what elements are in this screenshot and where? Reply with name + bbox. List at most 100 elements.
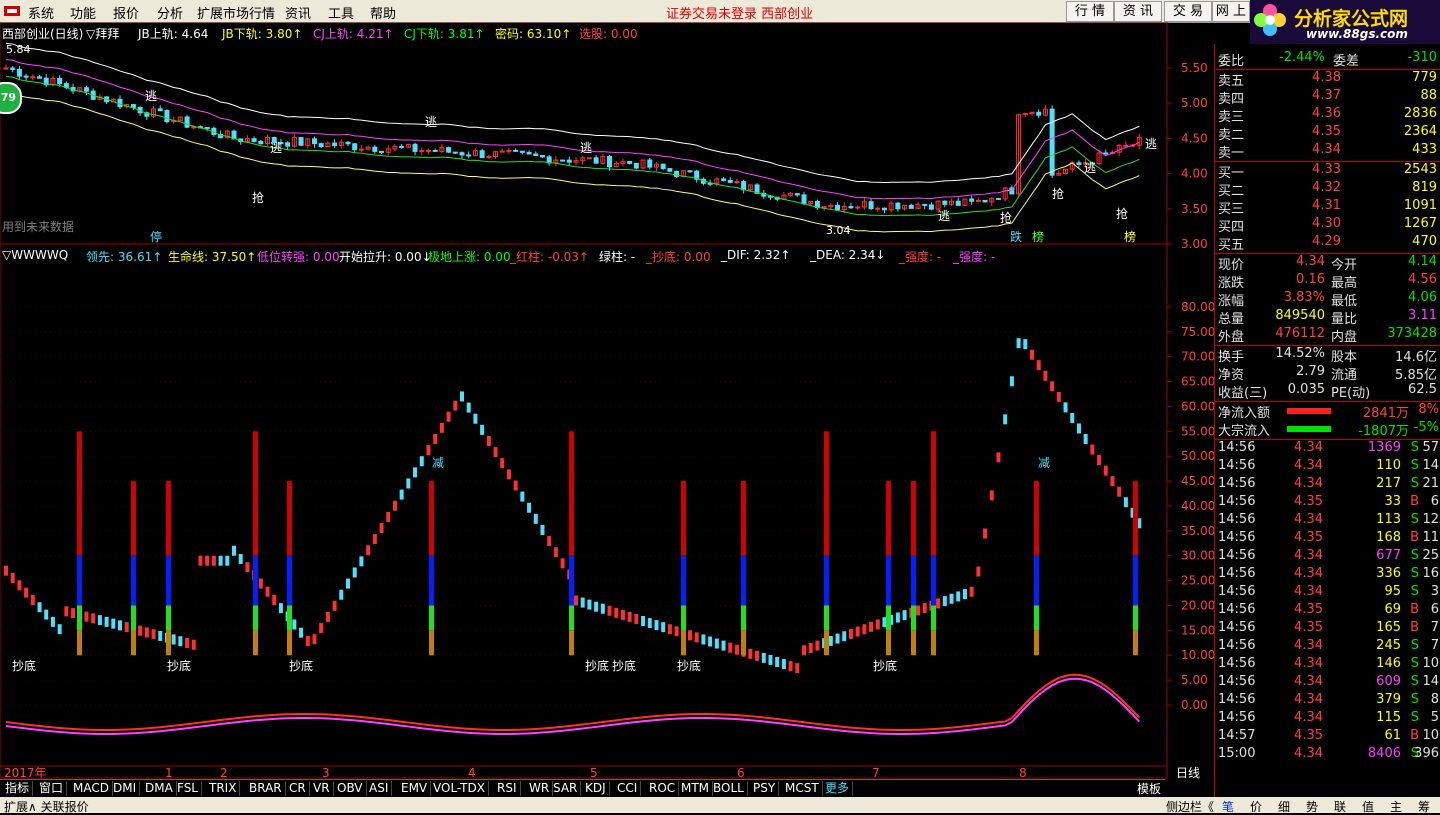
- tick-row[interactable]: 14:56 4.35 33 B 6: [1215, 494, 1440, 512]
- indicator-tab-16[interactable]: SAR: [550, 781, 582, 796]
- indicator-tab-23[interactable]: MCST: [782, 781, 823, 796]
- side-tab-5[interactable]: 值: [1362, 798, 1374, 815]
- tick-row[interactable]: 14:56 4.35 165 B 7: [1215, 620, 1440, 638]
- indicator-tab-11[interactable]: ASI: [366, 781, 393, 796]
- menu-analysis[interactable]: 分析: [157, 3, 183, 22]
- kline-chart[interactable]: 5.505.004.504.003.503.0080.0075.0070.006…: [0, 22, 1214, 779]
- candle-body: [687, 170, 693, 173]
- side-tab-2[interactable]: 细: [1278, 798, 1290, 815]
- indicator-tab-19[interactable]: ROC: [646, 781, 680, 796]
- stat2-row[interactable]: 收益(三) 0.035 PE(动) 62.5: [1215, 382, 1440, 401]
- sidebar-toggle[interactable]: 侧边栏《: [1166, 798, 1214, 815]
- indicator-tab-10[interactable]: OBV: [334, 781, 367, 796]
- side-tab-4[interactable]: 联: [1334, 798, 1346, 815]
- tick-row[interactable]: 14:56 4.34 217 S 21: [1215, 476, 1440, 494]
- indicator-tab-24[interactable]: 更多: [822, 781, 854, 796]
- buy-row[interactable]: 买一 4.33 2543: [1215, 162, 1440, 181]
- candle-body: [345, 141, 351, 145]
- signal-bar-blue: [166, 555, 171, 606]
- buy-row[interactable]: 买四 4.30 1267: [1215, 216, 1440, 235]
- menu-info[interactable]: 资讯: [285, 3, 311, 22]
- xaxis-label: 2: [220, 766, 228, 779]
- buy-row[interactable]: 买三 4.31 1091: [1215, 198, 1440, 217]
- status-left[interactable]: 扩展∧ 关联报价: [4, 798, 89, 815]
- side-tab-1[interactable]: 价: [1250, 798, 1262, 815]
- indicator-tab-3[interactable]: DMI: [110, 781, 141, 796]
- menu-tools[interactable]: 工具: [328, 3, 354, 22]
- tick-row[interactable]: 15:00 4.34 8406 S 396: [1215, 746, 1440, 764]
- candle-body: [30, 76, 36, 79]
- tick-row[interactable]: 14:56 4.34 95 S 3: [1215, 584, 1440, 602]
- tick-row[interactable]: 14:56 4.34 1369 S 57: [1215, 440, 1440, 458]
- sub-bar: [761, 652, 766, 663]
- indicator-tab-0[interactable]: 指标: [2, 781, 34, 796]
- menu-ext-market[interactable]: 扩展市场行情: [197, 3, 275, 22]
- buy-row[interactable]: 买五 4.29 470: [1215, 234, 1440, 253]
- indicator-tab-2[interactable]: MACD: [70, 781, 113, 796]
- stat-row[interactable]: 总量 849540 量比 3.11: [1215, 308, 1440, 327]
- indicator-tab-4[interactable]: DMA: [142, 781, 177, 796]
- tick-row[interactable]: 14:56 4.34 379 S 8: [1215, 692, 1440, 710]
- sub-bar: [406, 478, 411, 489]
- stat-row[interactable]: 涨幅 3.83% 最低 4.06: [1215, 290, 1440, 309]
- tick-row[interactable]: 14:56 4.34 115 S 5: [1215, 710, 1440, 728]
- tick-row[interactable]: 14:57 4.35 61 B 10: [1215, 728, 1440, 746]
- indicator-tab-7[interactable]: BRAR: [246, 781, 286, 796]
- stat2-row[interactable]: 换手 14.52% 股本 14.6亿: [1215, 346, 1440, 365]
- tick-row[interactable]: 14:56 4.34 609 S 14: [1215, 674, 1440, 692]
- candle-body: [539, 155, 545, 158]
- indicator-tab-20[interactable]: MTM: [678, 781, 714, 796]
- tick-row[interactable]: 14:56 4.34 110 S 14: [1215, 458, 1440, 476]
- tick-row[interactable]: 14:56 4.35 69 B 6: [1215, 602, 1440, 620]
- side-tab-6[interactable]: 主: [1390, 798, 1402, 815]
- sub-bar: [399, 489, 404, 500]
- side-tab-7[interactable]: 筹: [1418, 798, 1430, 815]
- template-tab[interactable]: 模板: [1137, 780, 1161, 797]
- indicator-tab-22[interactable]: PSY: [750, 781, 780, 796]
- menu-function[interactable]: 功能: [70, 3, 96, 22]
- menu-quote[interactable]: 报价: [113, 3, 139, 22]
- tick-row[interactable]: 14:56 4.34 245 S 7: [1215, 638, 1440, 656]
- sell-row[interactable]: 卖四 4.37 88: [1215, 88, 1440, 107]
- stat-row[interactable]: 现价 4.34 今开 4.14: [1215, 254, 1440, 273]
- btn-trade[interactable]: 交 易: [1164, 1, 1212, 22]
- tick-dir: S: [1410, 476, 1419, 491]
- indicator-tab-14[interactable]: RSI: [494, 781, 521, 796]
- indicator-tab-21[interactable]: BOLL: [710, 781, 748, 796]
- indicator-tab-6[interactable]: TRIX: [206, 781, 241, 796]
- menu-system[interactable]: 系统: [28, 3, 54, 22]
- buy-row[interactable]: 买二 4.32 819: [1215, 180, 1440, 199]
- main-indicator-name[interactable]: ▽拜拜: [86, 25, 119, 42]
- indicator-tab-12[interactable]: EMV: [398, 781, 432, 796]
- menu-help[interactable]: 帮助: [370, 3, 396, 22]
- sell-row[interactable]: 卖三 4.36 2836: [1215, 106, 1440, 125]
- tick-row[interactable]: 14:56 4.34 113 S 12: [1215, 512, 1440, 530]
- sub-indicator-title[interactable]: ▽WWWWQ: [2, 248, 68, 262]
- btn-online[interactable]: 网 上: [1212, 1, 1250, 22]
- sell-row[interactable]: 卖一 4.34 433: [1215, 142, 1440, 161]
- btn-news[interactable]: 资 讯: [1114, 1, 1162, 22]
- indicator-tab-17[interactable]: KDJ: [582, 781, 610, 796]
- indicator-tab-18[interactable]: CCI: [614, 781, 642, 796]
- tick-time: 14:56: [1218, 548, 1256, 563]
- indicator-tab-5[interactable]: FSL: [174, 781, 202, 796]
- stat2-row[interactable]: 净资 2.79 流通 5.85亿: [1215, 364, 1440, 383]
- sell-row[interactable]: 卖五 4.38 779: [1215, 70, 1440, 89]
- sub-bar: [976, 566, 981, 577]
- tick-row[interactable]: 14:56 4.35 168 B 11: [1215, 530, 1440, 548]
- side-tab-3[interactable]: 势: [1306, 798, 1318, 815]
- webi-row[interactable]: 委比 -2.44% 委差 -310: [1215, 50, 1440, 69]
- tick-row[interactable]: 14:56 4.34 336 S 16: [1215, 566, 1440, 584]
- stat-row[interactable]: 涨跌 0.16 最高 4.56: [1215, 272, 1440, 291]
- tick-row[interactable]: 14:56 4.34 677 S 25: [1215, 548, 1440, 566]
- side-tab-0[interactable]: 笔: [1222, 798, 1234, 815]
- sell-row[interactable]: 卖二 4.35 2364: [1215, 124, 1440, 143]
- indicator-tab-9[interactable]: VR: [310, 781, 334, 796]
- sub-bar: [1016, 338, 1021, 349]
- stat-row[interactable]: 外盘 476112 内盘 373428: [1215, 326, 1440, 345]
- btn-market[interactable]: 行 情: [1066, 1, 1114, 22]
- indicator-tab-1[interactable]: 窗口: [36, 781, 68, 796]
- indicator-tab-13[interactable]: VOL-TDX: [430, 781, 489, 796]
- indicator-tab-8[interactable]: CR: [286, 781, 310, 796]
- tick-row[interactable]: 14:56 4.34 146 S 10: [1215, 656, 1440, 674]
